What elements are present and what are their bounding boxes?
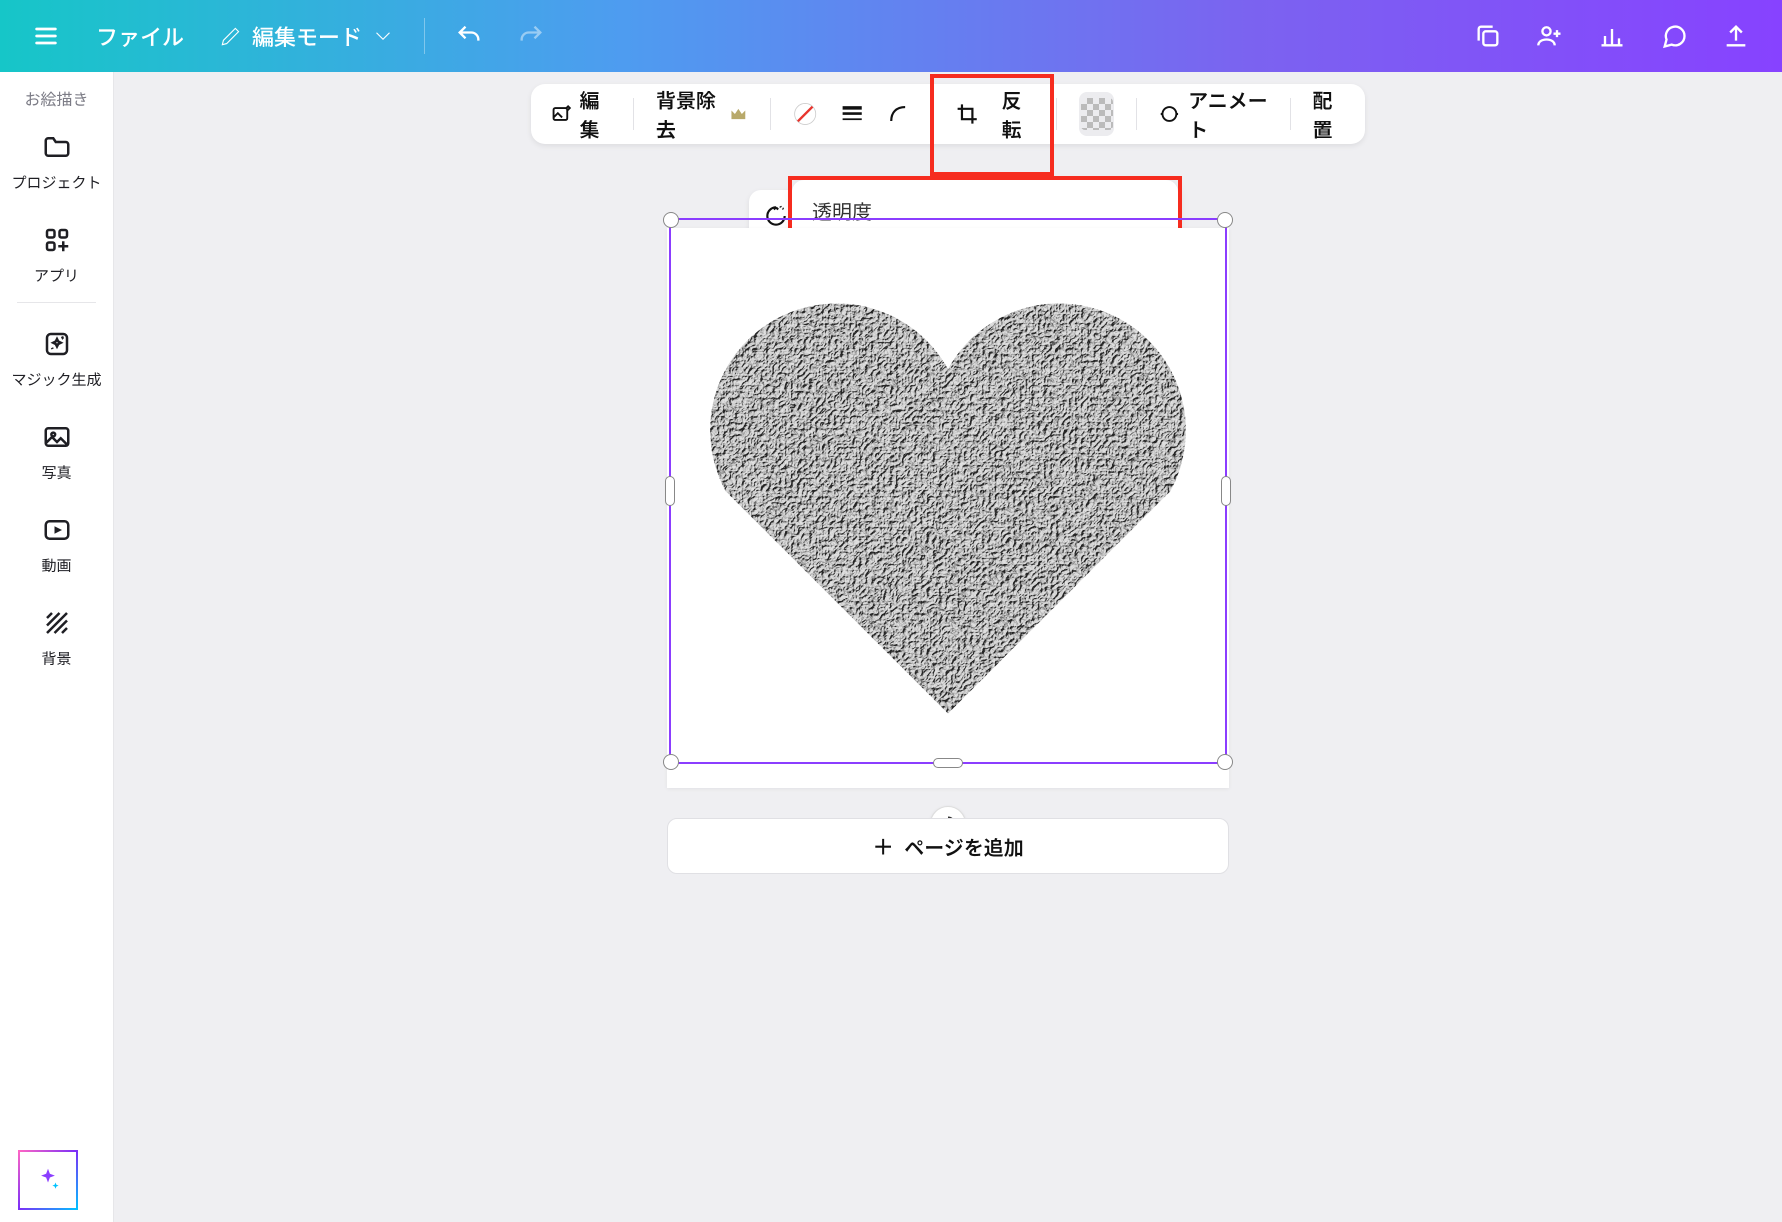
- comment-icon: [1660, 22, 1688, 50]
- redo-icon: [517, 22, 545, 50]
- divider: [1290, 98, 1291, 130]
- magic-fab[interactable]: [18, 1150, 78, 1210]
- checker-icon: [1081, 98, 1113, 130]
- resize-handle[interactable]: [1217, 212, 1233, 228]
- position-button[interactable]: 配置: [1313, 85, 1345, 143]
- bg-remove-label: 背景除去: [656, 85, 720, 143]
- share-users-button[interactable]: [1528, 14, 1572, 58]
- edit-mode-label: 編集モード: [252, 20, 362, 52]
- context-toolbar: 編集 背景除去 反転 アニメート 配置: [531, 84, 1365, 144]
- photo-icon: [42, 422, 72, 452]
- sparkle-icon: [33, 1165, 63, 1195]
- canvas-stage: 編集 背景除去 反転 アニメート 配置: [114, 72, 1782, 1222]
- corner-icon[interactable]: [886, 99, 910, 129]
- bg-remove-button[interactable]: 背景除去: [656, 85, 749, 143]
- undo-button[interactable]: [447, 14, 491, 58]
- edit-label: 編集: [580, 85, 612, 143]
- pencil-icon: [218, 23, 244, 49]
- comment-button[interactable]: [1652, 14, 1696, 58]
- sidebar-item-label: 動画: [41, 555, 71, 576]
- upload-icon: [1722, 22, 1750, 50]
- magic-icon: [42, 329, 72, 359]
- selection-box[interactable]: [669, 218, 1227, 764]
- animate-icon: [1159, 101, 1180, 127]
- apps-icon: [42, 225, 72, 255]
- texture-icon: [42, 608, 72, 638]
- sidebar: お絵描き プロジェクト アプリ マジック生成 写真 動画 背景: [0, 72, 114, 1222]
- menu-button[interactable]: [18, 8, 74, 64]
- redo-button[interactable]: [509, 14, 553, 58]
- divider: [424, 18, 425, 54]
- sidebar-item-label: アプリ: [34, 265, 79, 286]
- resize-handle[interactable]: [933, 758, 963, 768]
- sidebar-item-label: プロジェクト: [11, 172, 101, 193]
- sidebar-item-projects[interactable]: プロジェクト: [0, 112, 113, 203]
- canvas-page[interactable]: [667, 228, 1229, 788]
- divider: [932, 98, 933, 130]
- add-page-label: ページを追加: [904, 832, 1024, 861]
- color-none-icon[interactable]: [793, 99, 817, 129]
- bar-chart-icon: [1598, 22, 1626, 50]
- resize-handle[interactable]: [663, 754, 679, 770]
- divider: [633, 98, 634, 130]
- add-page-button[interactable]: ＋ ページを追加: [667, 818, 1229, 874]
- menu-icon: [32, 22, 60, 50]
- copy-icon: [1474, 22, 1502, 50]
- edit-image-button[interactable]: 編集: [551, 85, 611, 143]
- folder-icon: [42, 132, 72, 162]
- users-plus-icon: [1536, 22, 1564, 50]
- sidebar-item-background[interactable]: 背景: [0, 588, 113, 679]
- crown-icon: [728, 101, 749, 127]
- copy-button[interactable]: [1466, 14, 1510, 58]
- sidebar-item-apps[interactable]: アプリ: [0, 205, 113, 296]
- chevron-down-icon: [370, 23, 396, 49]
- crop-icon[interactable]: [955, 99, 979, 129]
- resize-handle[interactable]: [1221, 476, 1231, 506]
- analytics-button[interactable]: [1590, 14, 1634, 58]
- edit-mode-menu[interactable]: 編集モード: [206, 8, 408, 64]
- animate-button[interactable]: アニメート: [1159, 85, 1267, 143]
- transparency-button[interactable]: [1079, 92, 1115, 136]
- sidebar-section-draw: お絵描き: [24, 86, 88, 110]
- file-menu[interactable]: ファイル: [80, 20, 200, 52]
- plus-icon: ＋: [872, 830, 894, 862]
- image-edit-icon: [551, 101, 572, 127]
- sidebar-item-magic[interactable]: マジック生成: [0, 309, 113, 400]
- export-button[interactable]: [1714, 14, 1758, 58]
- sidebar-item-video[interactable]: 動画: [0, 495, 113, 586]
- undo-icon: [455, 22, 483, 50]
- resize-handle[interactable]: [665, 476, 675, 506]
- flip-button[interactable]: 反転: [1001, 85, 1033, 143]
- resize-handle[interactable]: [663, 212, 679, 228]
- divider: [770, 98, 771, 130]
- sidebar-item-label: マジック生成: [11, 369, 101, 390]
- app-header: ファイル 編集モード: [0, 0, 1782, 72]
- video-icon: [42, 515, 72, 545]
- sidebar-item-label: 背景: [41, 648, 71, 669]
- position-label: 配置: [1313, 85, 1345, 143]
- flip-label: 反転: [1001, 85, 1033, 143]
- resize-handle[interactable]: [1217, 754, 1233, 770]
- sidebar-item-photos[interactable]: 写真: [0, 402, 113, 493]
- sidebar-item-label: 写真: [41, 462, 71, 483]
- divider: [17, 302, 96, 303]
- divider: [1136, 98, 1137, 130]
- border-weight-icon[interactable]: [840, 99, 864, 129]
- divider: [1056, 98, 1057, 130]
- animate-label: アニメート: [1188, 85, 1268, 143]
